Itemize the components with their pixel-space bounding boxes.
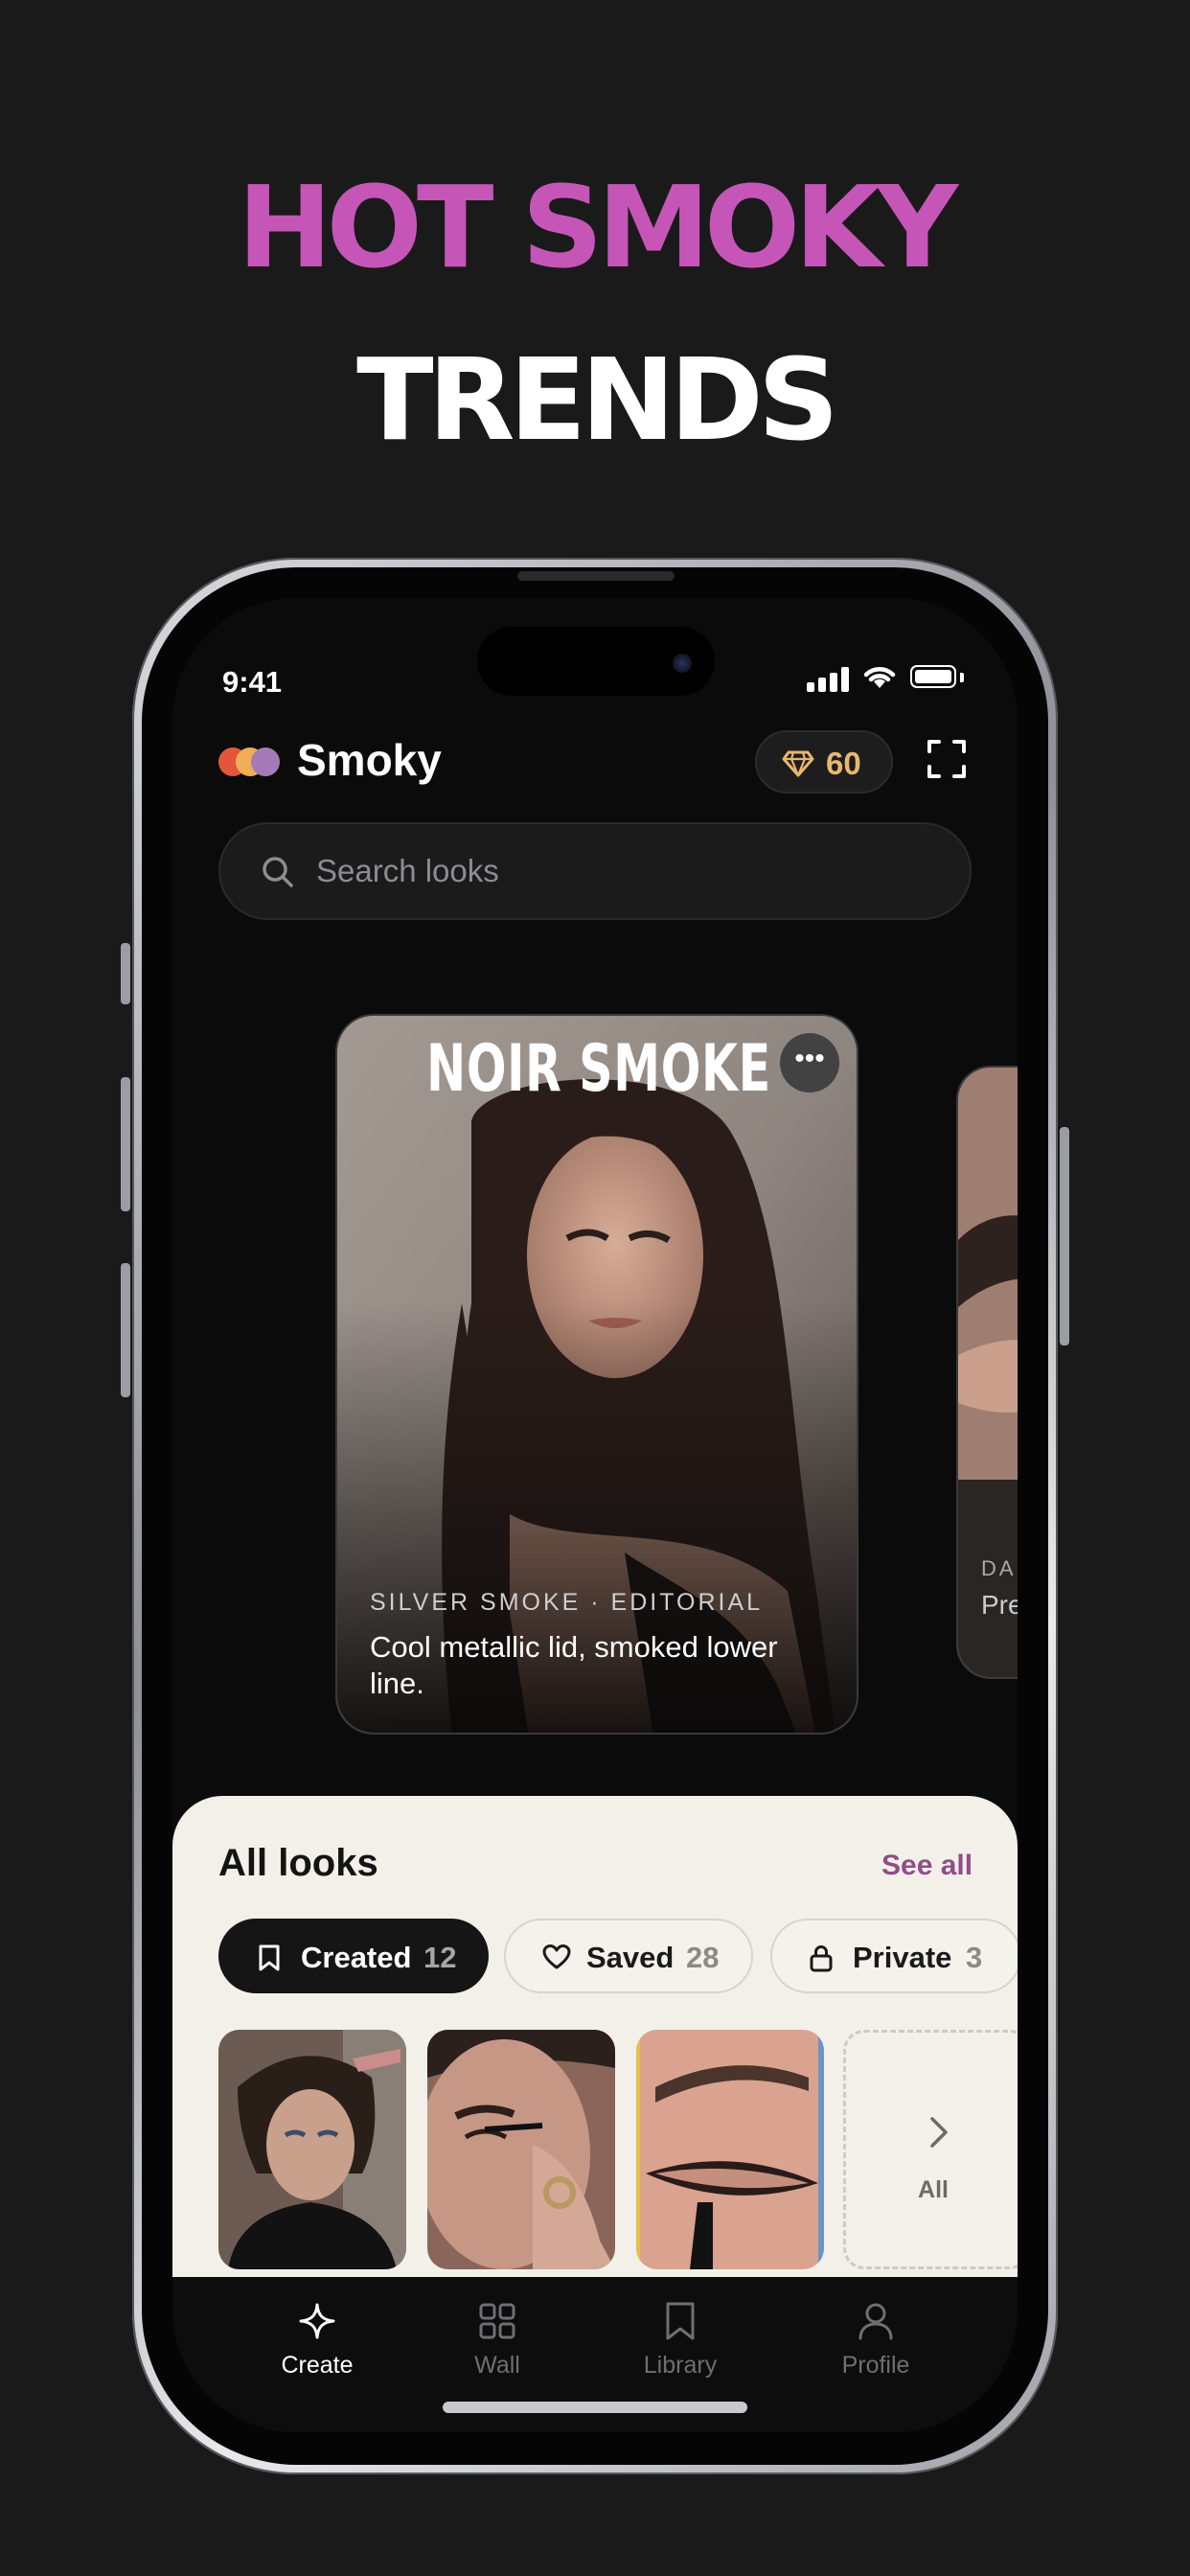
next-look-card[interactable]: DA Pre sm <box>956 1066 1018 1679</box>
phone-volume-down-button <box>121 1263 130 1397</box>
phone-speaker <box>517 571 675 581</box>
promo-headline-line1: HOT SMOKY <box>237 161 958 293</box>
featured-look-card[interactable]: NOIR SMOKE ••• SILVER SMOKE · EDITORIAL … <box>335 1014 858 1735</box>
gems-count: 60 <box>826 746 861 781</box>
next-look-tag: DA <box>981 1556 1017 1580</box>
search-input[interactable] <box>316 847 929 895</box>
app-header: Smoky 60 <box>172 726 1018 794</box>
sparkle-icon <box>299 2303 335 2339</box>
phone-power-button <box>1060 1127 1069 1346</box>
tab-create-label: Create <box>281 2352 354 2379</box>
tab-wall[interactable]: Wall <box>421 2300 574 2396</box>
battery-icon <box>910 665 956 688</box>
all-looks-tile[interactable]: All <box>843 2030 1018 2269</box>
look-thumbnail-photo <box>427 2030 615 2269</box>
phone-action-button <box>121 943 130 1004</box>
all-looks-tile-label: All <box>918 2176 949 2203</box>
search-icon <box>263 857 293 887</box>
filter-chip-count: 28 <box>686 1941 720 1974</box>
front-camera <box>673 654 692 673</box>
search-bar[interactable] <box>218 822 972 920</box>
featured-look-title: NOIR SMOKE <box>426 1031 771 1107</box>
bookmark-icon <box>259 1944 280 1971</box>
home-indicator <box>443 2402 747 2413</box>
gem-icon <box>782 750 814 777</box>
tab-library-label: Library <box>643 2352 718 2379</box>
wifi-icon <box>863 667 896 688</box>
filter-chip-saved[interactable]: Saved 28 <box>504 1919 753 1993</box>
phone-volume-up-button <box>121 1077 130 1211</box>
featured-look-tag: SILVER SMOKE · EDITORIAL <box>370 1589 764 1616</box>
look-thumbnail[interactable] <box>427 2030 615 2269</box>
look-thumbnail[interactable] <box>218 2030 406 2269</box>
look-thumbnail[interactable] <box>636 2030 824 2269</box>
tab-create[interactable]: Create <box>240 2300 394 2396</box>
tab-profile[interactable]: Profile <box>799 2300 952 2396</box>
more-options-icon[interactable]: ••• <box>780 1033 839 1092</box>
filter-chip-count: 12 <box>423 1941 457 1974</box>
next-look-photo <box>958 1068 1018 1677</box>
filter-chip-count: 3 <box>966 1941 983 1974</box>
promo-headline-line2: TRENDS <box>356 334 839 466</box>
next-look-description: Pre sm <box>981 1590 1018 1620</box>
chevron-right-icon <box>930 2117 948 2148</box>
filter-chip-label: Private <box>853 1941 952 1974</box>
filter-chip-label: Created <box>301 1941 412 1974</box>
person-icon <box>858 2303 893 2340</box>
signal-icon <box>807 667 849 692</box>
app-logo <box>218 748 280 776</box>
lock-icon <box>810 1945 833 1972</box>
app-title: Smoky <box>297 735 442 785</box>
filter-chip-created[interactable]: Created 12 <box>218 1919 489 1993</box>
all-looks-title: All looks <box>218 1842 378 1884</box>
all-looks-sheet: All looks See all Created 12 Saved 28 Pr… <box>172 1796 1018 2294</box>
tab-library[interactable]: Library <box>604 2300 757 2396</box>
grid-icon <box>479 2303 515 2339</box>
look-thumbnail-photo <box>636 2030 824 2269</box>
tab-profile-label: Profile <box>841 2352 910 2379</box>
see-all-link[interactable]: See all <box>881 1850 973 1882</box>
look-thumbnail-photo <box>218 2030 406 2269</box>
tab-wall-label: Wall <box>474 2352 520 2379</box>
filter-chip-label: Saved <box>586 1941 675 1974</box>
expand-icon[interactable] <box>924 736 970 782</box>
gems-balance-button[interactable]: 60 <box>755 730 893 794</box>
bookmark-icon <box>666 2302 695 2340</box>
filter-chip-private[interactable]: Private 3 <box>770 1919 1018 1993</box>
heart-icon <box>542 1944 571 1969</box>
featured-look-description: Cool metallic lid, smoked lower line. <box>370 1630 778 1700</box>
phone-screen: 9:41 Smoky 60 Search looks NOIR SMOKE ••… <box>172 598 1018 2432</box>
status-time: 9:41 <box>222 665 283 699</box>
